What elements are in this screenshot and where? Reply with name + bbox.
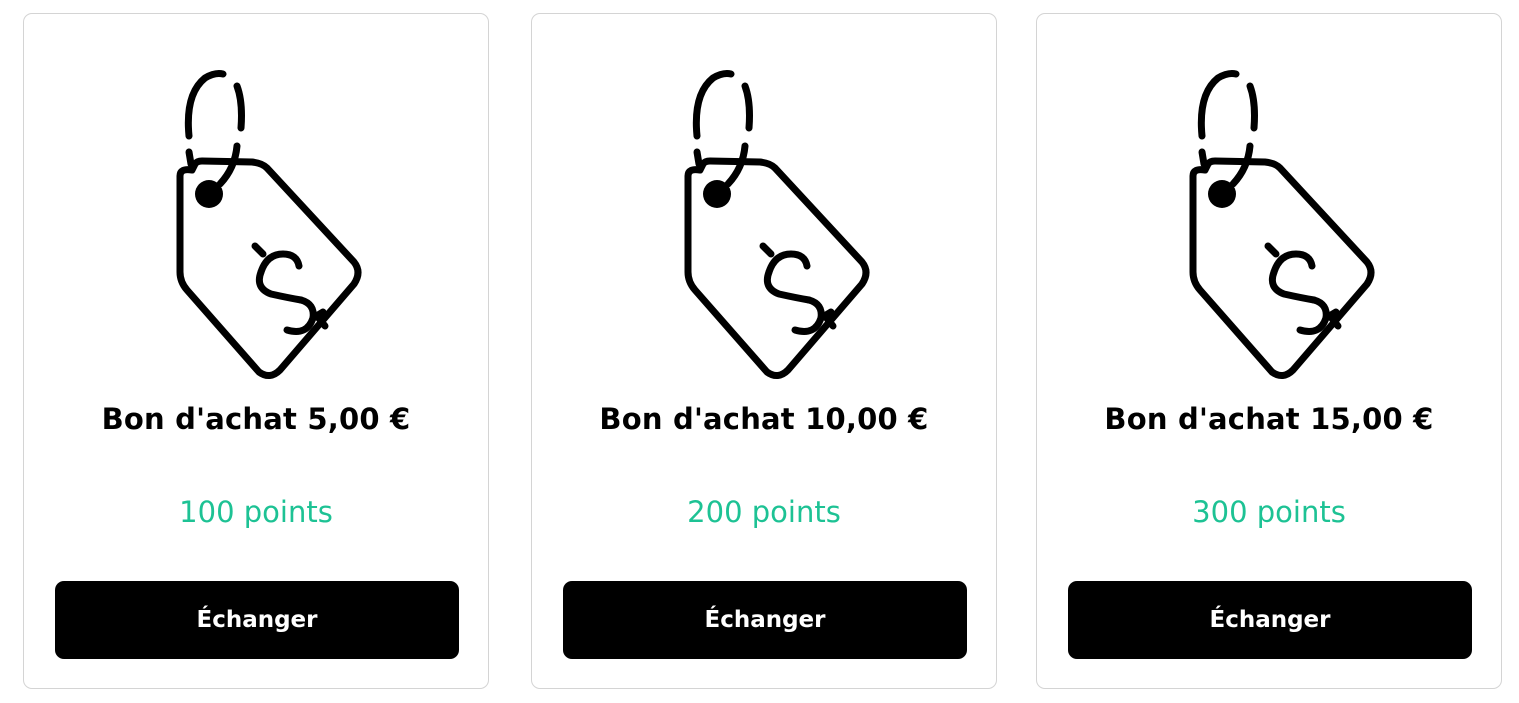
- offer-title: Bon d'achat 15,00 €: [1104, 402, 1434, 436]
- exchange-button[interactable]: Échanger: [563, 581, 967, 659]
- offer-points: 100 points: [179, 495, 333, 529]
- price-tag-dollar-icon: [147, 54, 367, 384]
- price-tag-dollar-icon: [655, 54, 875, 384]
- offer-title: Bon d'achat 5,00 €: [101, 402, 411, 436]
- price-tag-dollar-icon: [1160, 54, 1380, 384]
- exchange-button[interactable]: Échanger: [1068, 581, 1472, 659]
- offer-points: 200 points: [687, 495, 841, 529]
- exchange-button[interactable]: Échanger: [55, 581, 459, 659]
- reward-card: Bon d'achat 10,00 € 200 points Échanger: [531, 13, 997, 689]
- reward-card: Bon d'achat 5,00 € 100 points Échanger: [23, 13, 489, 689]
- offer-points: 300 points: [1192, 495, 1346, 529]
- rewards-grid: Bon d'achat 5,00 € 100 points Échanger B…: [0, 0, 1519, 703]
- offer-title: Bon d'achat 10,00 €: [599, 402, 929, 436]
- reward-card: Bon d'achat 15,00 € 300 points Échanger: [1036, 13, 1502, 689]
